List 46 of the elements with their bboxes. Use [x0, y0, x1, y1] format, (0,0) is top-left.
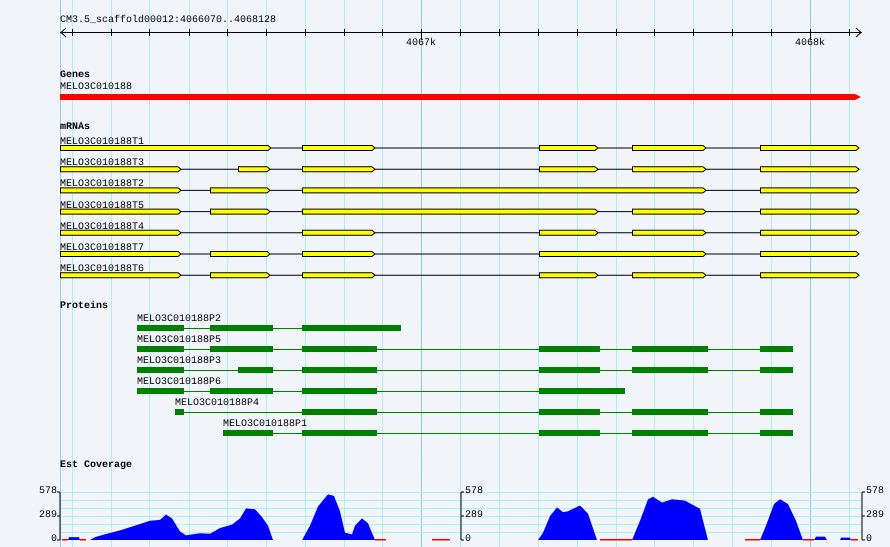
- transcript-glyph[interactable]: [60, 187, 860, 194]
- axis-label: 0: [866, 534, 872, 545]
- tick-label: 4067k: [406, 38, 436, 49]
- transcript-glyph[interactable]: [60, 272, 860, 278]
- axis-label: 289: [38, 510, 57, 521]
- location-label: CM3.5_scaffold00012:4066070..4068128: [60, 15, 276, 26]
- protein-label: MELO3C010188P5: [137, 335, 222, 346]
- transcript-glyph[interactable]: [60, 166, 860, 172]
- protein-glyph[interactable]: [136, 325, 402, 331]
- axis-label: 578: [38, 486, 57, 497]
- axis-label: 289: [465, 510, 484, 521]
- protein-label: MELO3C010188P3: [137, 356, 222, 367]
- y-axis: [460, 492, 464, 540]
- protein-glyph[interactable]: [136, 367, 794, 373]
- transcript-glyph[interactable]: [60, 230, 860, 236]
- track-title: Genes: [60, 70, 90, 81]
- transcript-label: MELO3C010188T6: [60, 264, 144, 276]
- axis-label: 289: [866, 510, 884, 521]
- transcript-label: MELO3C010188T4: [60, 222, 144, 233]
- tick-label: 4068k: [795, 38, 825, 49]
- protein-glyph[interactable]: [136, 346, 794, 352]
- protein-label: MELO3C010188P6: [137, 377, 222, 388]
- axis-label: 0: [465, 534, 472, 545]
- axis-label: 578: [866, 486, 884, 497]
- transcript-label: MELO3C010188T5: [60, 200, 144, 212]
- transcript-glyph[interactable]: [60, 251, 860, 257]
- protein-glyph[interactable]: [136, 388, 626, 394]
- protein-label: MELO3C010188P1: [223, 419, 308, 430]
- protein-glyph[interactable]: [222, 430, 794, 436]
- transcript-label: MELO3C010188T3: [60, 158, 144, 170]
- axis-label: 0: [50, 534, 57, 545]
- transcript-glyph[interactable]: [60, 208, 860, 215]
- protein-label: MELO3C010188P2: [137, 314, 222, 325]
- track-title: mRNAs: [60, 122, 90, 133]
- track-title: Est Coverage: [60, 460, 132, 471]
- track-title: Proteins: [60, 301, 108, 312]
- transcript-label: MELO3C010188T7: [60, 243, 144, 254]
- axis-label: 578: [465, 486, 484, 497]
- transcript-glyph[interactable]: [60, 145, 860, 151]
- transcript-label: MELO3C010188T1: [60, 137, 144, 148]
- y-axis: [56, 492, 60, 540]
- gene-label: MELO3C010188: [60, 82, 132, 93]
- protein-glyph[interactable]: [174, 409, 794, 415]
- transcript-label: MELO3C010188T2: [60, 179, 144, 190]
- y-axis: [862, 492, 866, 540]
- protein-label: MELO3C010188P4: [175, 398, 260, 409]
